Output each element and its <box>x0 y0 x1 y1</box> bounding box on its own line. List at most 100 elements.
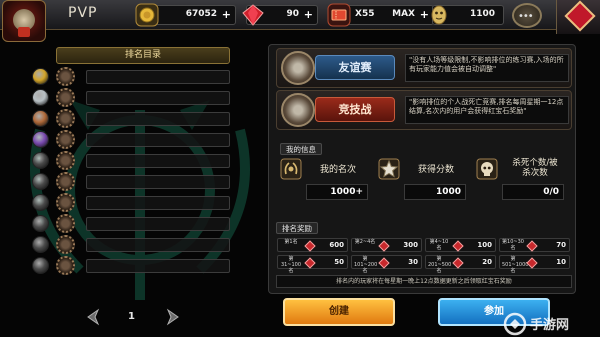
ranking-header: 排名目录 <box>56 47 230 64</box>
red-gem-icon <box>304 257 316 269</box>
chat-button[interactable]: ••• <box>512 3 542 28</box>
red-gem-icon <box>526 240 538 252</box>
rank-seal-icon <box>56 193 75 212</box>
reward-cell: 第4~10名 100 <box>425 238 496 252</box>
rank-seal-icon <box>56 130 75 149</box>
reward-amount: 600 <box>329 241 344 249</box>
gray-medal-icon <box>32 257 49 274</box>
gold-value: 67052 <box>185 9 217 19</box>
ranking-row[interactable] <box>30 109 230 128</box>
ranking-row-bar <box>86 133 230 147</box>
ranking-row[interactable] <box>30 235 230 254</box>
ranking-row[interactable] <box>30 67 230 86</box>
gem-resource: 90 + <box>242 4 318 26</box>
ticket-count: X55 <box>355 9 375 19</box>
idol-value: 1100 <box>469 9 495 19</box>
player-emblem-icon[interactable] <box>2 0 46 42</box>
reward-rank-label: 第101~200名 <box>354 256 378 274</box>
friendly-match-button[interactable]: 友谊赛 <box>315 55 395 80</box>
red-gem-icon <box>452 240 464 252</box>
red-gem-icon <box>526 257 538 269</box>
kill-death-label-line2: 杀次数 <box>522 168 548 178</box>
reward-amount: 20 <box>482 258 492 266</box>
rank-rewards-note: 排名内的玩家将在每星期一晚上12点数据更新之后领取红宝石奖励 <box>276 275 572 288</box>
red-gem-icon <box>242 4 264 26</box>
ranking-row-bar <box>86 112 230 126</box>
ranking-row-bar <box>86 196 230 210</box>
next-page-arrow-icon[interactable] <box>164 308 182 326</box>
ranking-row[interactable] <box>30 256 230 275</box>
ranked-match-desc: "影响排位的个人战死亡竞赛,排名每周星期一12点结算,名次内的用户会获得红宝石奖… <box>405 96 569 124</box>
rank-seal-icon <box>56 172 75 191</box>
rank-seal-icon <box>56 88 75 107</box>
score-card: 获得分数 1000 <box>376 156 470 204</box>
gold-resource: 67052 + <box>135 3 236 27</box>
friendly-crest-icon <box>281 51 315 85</box>
reward-rank-label: 第201~500名 <box>428 256 452 274</box>
reward-amount: 100 <box>477 241 492 249</box>
ranked-match-row: 竞技战 "影响排位的个人战死亡竞赛,排名每周星期一12点结算,名次内的用户会获得… <box>276 90 572 130</box>
gray-medal-icon <box>32 215 49 232</box>
add-gold-button[interactable]: + <box>222 8 231 21</box>
ranking-row-bar <box>86 238 230 252</box>
reward-cell: 第201~500名 20 <box>425 255 496 274</box>
ranking-row[interactable] <box>30 88 230 107</box>
score-label: 获得分数 <box>417 165 454 175</box>
reward-cell: 第501~1000名 10 <box>499 255 570 274</box>
my-rank-label: 我的名次 <box>319 165 356 175</box>
reward-rank-label: 第1名 <box>284 239 298 245</box>
friendly-match-row: 友谊赛 "没有人场等级限制,不影响排位的练习赛,入场的所有玩家能力值会被自动调整… <box>276 48 572 88</box>
gold-idol-icon <box>431 5 447 25</box>
ranking-row-bar <box>86 259 230 273</box>
gray-medal-icon <box>32 236 49 253</box>
reward-rank-label: 第31~100名 <box>280 256 302 274</box>
purple-medal-icon <box>32 131 49 148</box>
mode-title: PVP <box>68 5 98 21</box>
gold-medal-icon <box>32 68 49 85</box>
bronze-medal-icon <box>32 110 49 127</box>
gray-medal-icon <box>32 152 49 169</box>
ranking-row[interactable] <box>30 214 230 233</box>
kill-death-value: 0/0 <box>502 184 564 200</box>
top-bar: PVP 67052 + 90 + X55 MAX + 1100 ••• <box>0 0 600 42</box>
my-info-title: 我的信息 <box>280 143 322 155</box>
rank-seal-icon <box>56 67 75 86</box>
ranking-row[interactable] <box>30 193 230 212</box>
score-value: 1000 <box>404 184 466 200</box>
reward-amount: 30 <box>408 258 418 266</box>
ranking-row-bar <box>86 70 230 84</box>
ranked-match-button[interactable]: 竞技战 <box>315 97 395 122</box>
reward-cell: 第31~100名 50 <box>277 255 348 274</box>
rank-seal-icon <box>56 109 75 128</box>
site-watermark-logo: 手游网 <box>503 312 569 336</box>
gray-medal-icon <box>32 194 49 211</box>
kill-death-label: 杀死个数/被 杀次数 <box>500 158 570 178</box>
skull-kill-icon <box>476 158 498 180</box>
rank-seal-icon <box>56 235 75 254</box>
ranking-row[interactable] <box>30 172 230 191</box>
my-rank-card: 我的名次 1000+ <box>278 156 372 204</box>
red-gem-icon <box>304 240 316 252</box>
ticket-max: MAX <box>392 9 415 19</box>
add-gem-button[interactable]: + <box>304 8 313 21</box>
reward-rank-label: 第4~10名 <box>429 239 449 251</box>
rank-rewards-title: 排名奖励 <box>276 222 318 234</box>
red-gem-icon <box>378 257 390 269</box>
my-rank-value: 1000+ <box>306 184 368 200</box>
ranking-row[interactable] <box>30 130 230 149</box>
create-room-button[interactable]: 创建 <box>283 298 395 326</box>
menu-gem-icon[interactable] <box>556 0 600 34</box>
prev-page-arrow-icon[interactable] <box>84 308 102 326</box>
svg-text:手游网: 手游网 <box>530 317 569 333</box>
reward-amount: 10 <box>556 258 566 266</box>
kill-death-card: 杀死个数/被 杀次数 0/0 <box>474 156 568 204</box>
gold-coin-icon <box>135 3 159 27</box>
ranking-row-bar <box>86 154 230 168</box>
rank-seal-icon <box>56 151 75 170</box>
red-gem-icon <box>452 257 464 269</box>
ticket-resource: X55 MAX + <box>327 3 434 27</box>
red-gem-icon <box>378 240 390 252</box>
friendly-match-desc: "没有人场等级限制,不影响排位的练习赛,入场的所有玩家能力值会被自动调整" <box>405 54 569 82</box>
ranking-row[interactable] <box>30 151 230 170</box>
reward-rank-label: 第2~4名 <box>354 239 376 245</box>
